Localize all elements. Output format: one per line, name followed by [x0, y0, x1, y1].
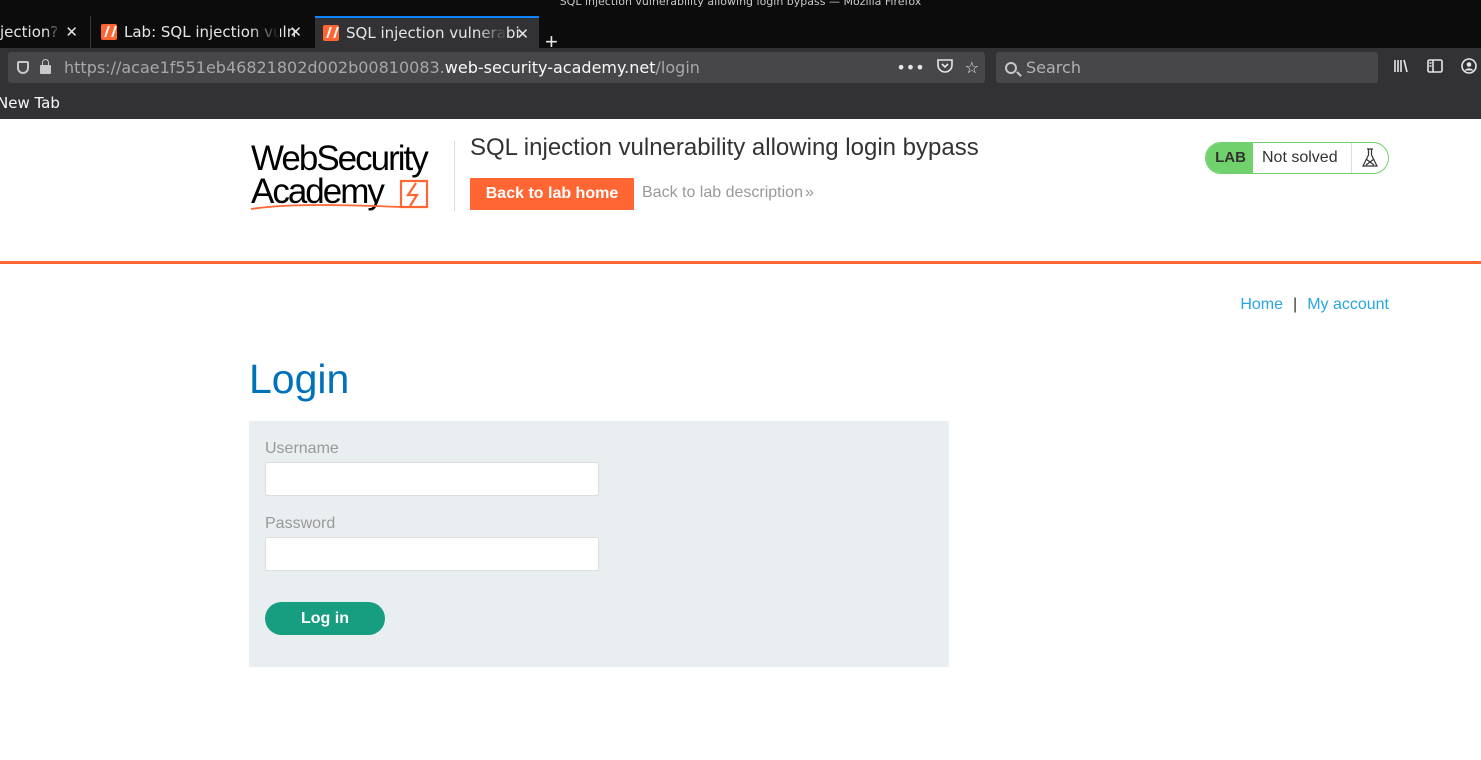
url-prefix: https://acae1f551eb46821802d002b00810083… — [64, 58, 445, 77]
bookmarks-toolbar: New Tab — [0, 88, 1481, 119]
username-label: Username — [265, 440, 339, 457]
url-actions: ••• ☆ — [896, 52, 979, 83]
back-to-lab-home-button[interactable]: Back to lab home — [470, 178, 634, 210]
sidebar-icon[interactable] — [1427, 59, 1443, 77]
lock-icon[interactable] — [40, 59, 51, 74]
back-to-lab-description-link[interactable]: Back to lab description» — [642, 184, 814, 202]
web-security-academy-logo[interactable]: WebSecurity Academy — [251, 141, 451, 213]
tracking-protection-shield-icon[interactable] — [17, 61, 29, 74]
site-nav: Home | My account — [1240, 296, 1389, 314]
toolbar-icons — [1393, 48, 1481, 88]
tab-lab-sql-injection[interactable]: Lab: SQL injection vuln ✕ — [90, 16, 312, 48]
tab-strip: jection? ✕ Lab: SQL injection vuln ✕ SQL… — [0, 14, 1481, 54]
bookmark-new-tab[interactable]: New Tab — [0, 88, 60, 118]
url-bar[interactable]: https://acae1f551eb46821802d002b00810083… — [8, 52, 985, 83]
navigation-toolbar: https://acae1f551eb46821802d002b00810083… — [0, 48, 1481, 88]
tab-sql-injection-prev[interactable]: jection? ✕ — [0, 16, 88, 48]
back-to-lab-description-label: Back to lab description — [642, 184, 803, 201]
url-text[interactable]: https://acae1f551eb46821802d002b00810083… — [64, 58, 700, 77]
bookmark-star-icon[interactable]: ☆ — [965, 58, 979, 77]
pocket-icon[interactable] — [936, 58, 953, 77]
logo-mark-icon — [251, 179, 429, 210]
close-tab-icon[interactable]: ✕ — [516, 25, 529, 43]
log-in-button[interactable]: Log in — [265, 602, 385, 635]
url-path: /login — [655, 58, 700, 77]
page-content: WebSecurity Academy SQL injection vulner… — [0, 119, 1481, 760]
window-title: SQL injection vulnerability allowing log… — [559, 0, 922, 8]
username-field[interactable] — [265, 462, 599, 496]
web-security-academy-favicon-icon — [101, 24, 117, 40]
web-security-academy-favicon-icon — [323, 25, 339, 41]
search-bar[interactable]: Search — [996, 52, 1378, 83]
nav-home-link[interactable]: Home — [1240, 296, 1283, 313]
lab-title: SQL injection vulnerability allowing log… — [470, 134, 979, 161]
search-icon — [1005, 61, 1017, 74]
header-divider — [454, 141, 455, 211]
more-icon[interactable]: ••• — [896, 58, 924, 77]
account-icon[interactable] — [1461, 58, 1477, 78]
page-title: Login — [249, 356, 350, 402]
lab-status-text: Not solved — [1253, 143, 1352, 173]
url-host: web-security-academy.net — [444, 58, 656, 77]
nav-separator: | — [1293, 296, 1298, 313]
lab-badge: LAB — [1206, 143, 1253, 173]
double-chevron-right-icon: » — [804, 184, 814, 201]
tab-sql-injection-active[interactable]: SQL injection vulnerabi ✕ — [315, 16, 539, 48]
login-form: Username Password Log in — [249, 421, 949, 667]
nav-my-account-link[interactable]: My account — [1307, 296, 1389, 313]
library-icon[interactable] — [1393, 59, 1409, 77]
lab-header: WebSecurity Academy SQL injection vulner… — [0, 119, 1481, 264]
close-tab-icon[interactable]: ✕ — [289, 23, 302, 41]
search-placeholder: Search — [1026, 58, 1081, 77]
flask-icon — [1352, 143, 1388, 173]
window-title-bar: SQL injection vulnerability allowing log… — [0, 0, 1481, 14]
password-field[interactable] — [265, 537, 599, 571]
lab-status-widget: LAB Not solved — [1205, 142, 1389, 174]
password-label: Password — [265, 515, 336, 532]
close-tab-icon[interactable]: ✕ — [65, 23, 78, 41]
